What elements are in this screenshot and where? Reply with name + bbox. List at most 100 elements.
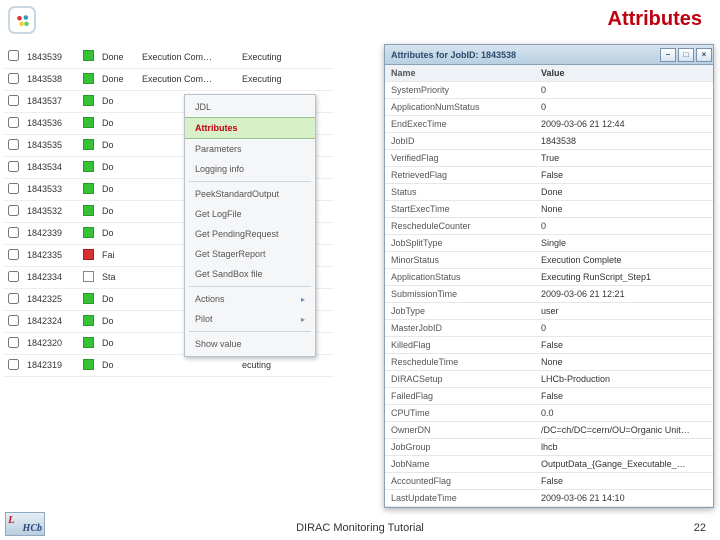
row-checkbox[interactable] — [8, 293, 19, 304]
attribute-row[interactable]: EndExecTime2009-03-06 21 12:44 — [385, 116, 713, 133]
menu-item[interactable]: Attributes — [185, 117, 315, 139]
attr-value: True — [535, 153, 713, 163]
menu-item[interactable]: Get SandBox file — [185, 264, 315, 284]
status-text: Done — [98, 68, 138, 90]
attr-value: OutputData_{Gange_Executable_… — [535, 459, 713, 469]
attribute-row[interactable]: ApplicationStatusExecuting RunScript_Ste… — [385, 269, 713, 286]
menu-item[interactable]: Show value — [185, 334, 315, 354]
job-id: 1843535 — [23, 134, 79, 156]
status-icon — [83, 249, 94, 260]
job-id: 1842325 — [23, 288, 79, 310]
row-checkbox[interactable] — [8, 117, 19, 128]
row-checkbox[interactable] — [8, 183, 19, 194]
job-id: 1843537 — [23, 90, 79, 112]
minor-status: Execution Com… — [138, 68, 238, 90]
attr-value: /DC=ch/DC=cern/OU=Organic Unit… — [535, 425, 713, 435]
menu-item-label: Get SandBox file — [195, 269, 263, 279]
attribute-row[interactable]: KilledFlagFalse — [385, 337, 713, 354]
menu-item-label: Get StagerReport — [195, 249, 266, 259]
attribute-row[interactable]: FailedFlagFalse — [385, 388, 713, 405]
attribute-row[interactable]: ApplicationNumStatus0 — [385, 99, 713, 116]
row-checkbox[interactable] — [8, 315, 19, 326]
row-checkbox[interactable] — [8, 95, 19, 106]
attr-name: Status — [385, 187, 535, 197]
menu-item[interactable]: Get LogFile — [185, 204, 315, 224]
table-row[interactable]: 1843539DoneExecution Com…Executing — [4, 46, 334, 68]
attribute-row[interactable]: JobSplitTypeSingle — [385, 235, 713, 252]
status-icon — [83, 227, 94, 238]
attr-name: StartExecTime — [385, 204, 535, 214]
attr-value: False — [535, 391, 713, 401]
attribute-row[interactable]: MasterJobID0 — [385, 320, 713, 337]
attribute-row[interactable]: JobID1843538 — [385, 133, 713, 150]
row-checkbox[interactable] — [8, 271, 19, 282]
menu-item[interactable]: Get StagerReport — [185, 244, 315, 264]
menu-item-label: Attributes — [195, 123, 238, 133]
attr-value: Single — [535, 238, 713, 248]
attribute-row[interactable]: VerifiedFlagTrue — [385, 150, 713, 167]
attribute-row[interactable]: StatusDone — [385, 184, 713, 201]
attr-name: JobType — [385, 306, 535, 316]
maximize-button[interactable]: □ — [678, 48, 694, 62]
row-checkbox[interactable] — [8, 227, 19, 238]
status-icon — [83, 293, 94, 304]
attr-name: VerifiedFlag — [385, 153, 535, 163]
attr-name: AccountedFlag — [385, 476, 535, 486]
row-checkbox[interactable] — [8, 139, 19, 150]
job-id: 1843534 — [23, 156, 79, 178]
row-checkbox[interactable] — [8, 161, 19, 172]
footer-text: DIRAC Monitoring Tutorial — [296, 522, 424, 534]
close-button[interactable]: × — [696, 48, 712, 62]
attribute-row[interactable]: OwnerDN/DC=ch/DC=cern/OU=Organic Unit… — [385, 422, 713, 439]
window-titlebar[interactable]: Attributes for JobID: 1843538 – □ × — [385, 45, 713, 65]
menu-item[interactable]: PeekStandardOutput — [185, 184, 315, 204]
menu-item[interactable]: Get PendingRequest — [185, 224, 315, 244]
attr-name: JobName — [385, 459, 535, 469]
attribute-row[interactable]: LastUpdateTime2009-03-06 21 14:10 — [385, 490, 713, 507]
attribute-row[interactable]: DIRACSetupLHCb-Production — [385, 371, 713, 388]
job-id: 1842335 — [23, 244, 79, 266]
app-status: ecuting — [238, 354, 334, 376]
attribute-row[interactable]: RetrievedFlagFalse — [385, 167, 713, 184]
row-checkbox[interactable] — [8, 249, 19, 260]
col-name[interactable]: Name — [385, 68, 535, 78]
attr-value: 0.0 — [535, 408, 713, 418]
menu-item-label: Get PendingRequest — [195, 229, 279, 239]
row-checkbox[interactable] — [8, 205, 19, 216]
attr-value: 2009-03-06 21 12:44 — [535, 119, 713, 129]
row-checkbox[interactable] — [8, 73, 19, 84]
attribute-row[interactable]: CPUTime0.0 — [385, 405, 713, 422]
attribute-row[interactable]: MinorStatusExecution Complete — [385, 252, 713, 269]
col-value[interactable]: Value — [535, 68, 713, 78]
attribute-row[interactable]: AccountedFlagFalse — [385, 473, 713, 490]
attribute-row[interactable]: RescheduleTimeNone — [385, 354, 713, 371]
attr-value: 0 — [535, 323, 713, 333]
menu-item[interactable]: Pilot▸ — [185, 309, 315, 329]
menu-item[interactable]: Logging info — [185, 159, 315, 179]
table-row[interactable]: 1842319Doecuting — [4, 354, 334, 376]
row-checkbox[interactable] — [8, 337, 19, 348]
status-icon — [83, 315, 94, 326]
row-checkbox[interactable] — [8, 359, 19, 370]
menu-item-label: Logging info — [195, 164, 244, 174]
menu-item[interactable]: Actions▸ — [185, 289, 315, 309]
attribute-row[interactable]: SubmissionTime2009-03-06 21 12:21 — [385, 286, 713, 303]
status-icon — [83, 73, 94, 84]
table-row[interactable]: 1843538DoneExecution Com…Executing — [4, 68, 334, 90]
page-number: 22 — [694, 522, 706, 534]
menu-item[interactable]: JDL — [185, 97, 315, 117]
status-text: Do — [98, 178, 138, 200]
menu-item[interactable]: Parameters — [185, 139, 315, 159]
attribute-row[interactable]: JobGrouplhcb — [385, 439, 713, 456]
attribute-row[interactable]: JobTypeuser — [385, 303, 713, 320]
status-text: Do — [98, 222, 138, 244]
attribute-row[interactable]: JobNameOutputData_{Gange_Executable_… — [385, 456, 713, 473]
job-id: 1843532 — [23, 200, 79, 222]
status-text: Sta — [98, 266, 138, 288]
attribute-row[interactable]: SystemPriority0 — [385, 82, 713, 99]
row-checkbox[interactable] — [8, 50, 19, 61]
attribute-row[interactable]: RescheduleCounter0 — [385, 218, 713, 235]
footer: LHCb DIRAC Monitoring Tutorial 22 — [0, 515, 720, 540]
attribute-row[interactable]: StartExecTimeNone — [385, 201, 713, 218]
minimize-button[interactable]: – — [660, 48, 676, 62]
